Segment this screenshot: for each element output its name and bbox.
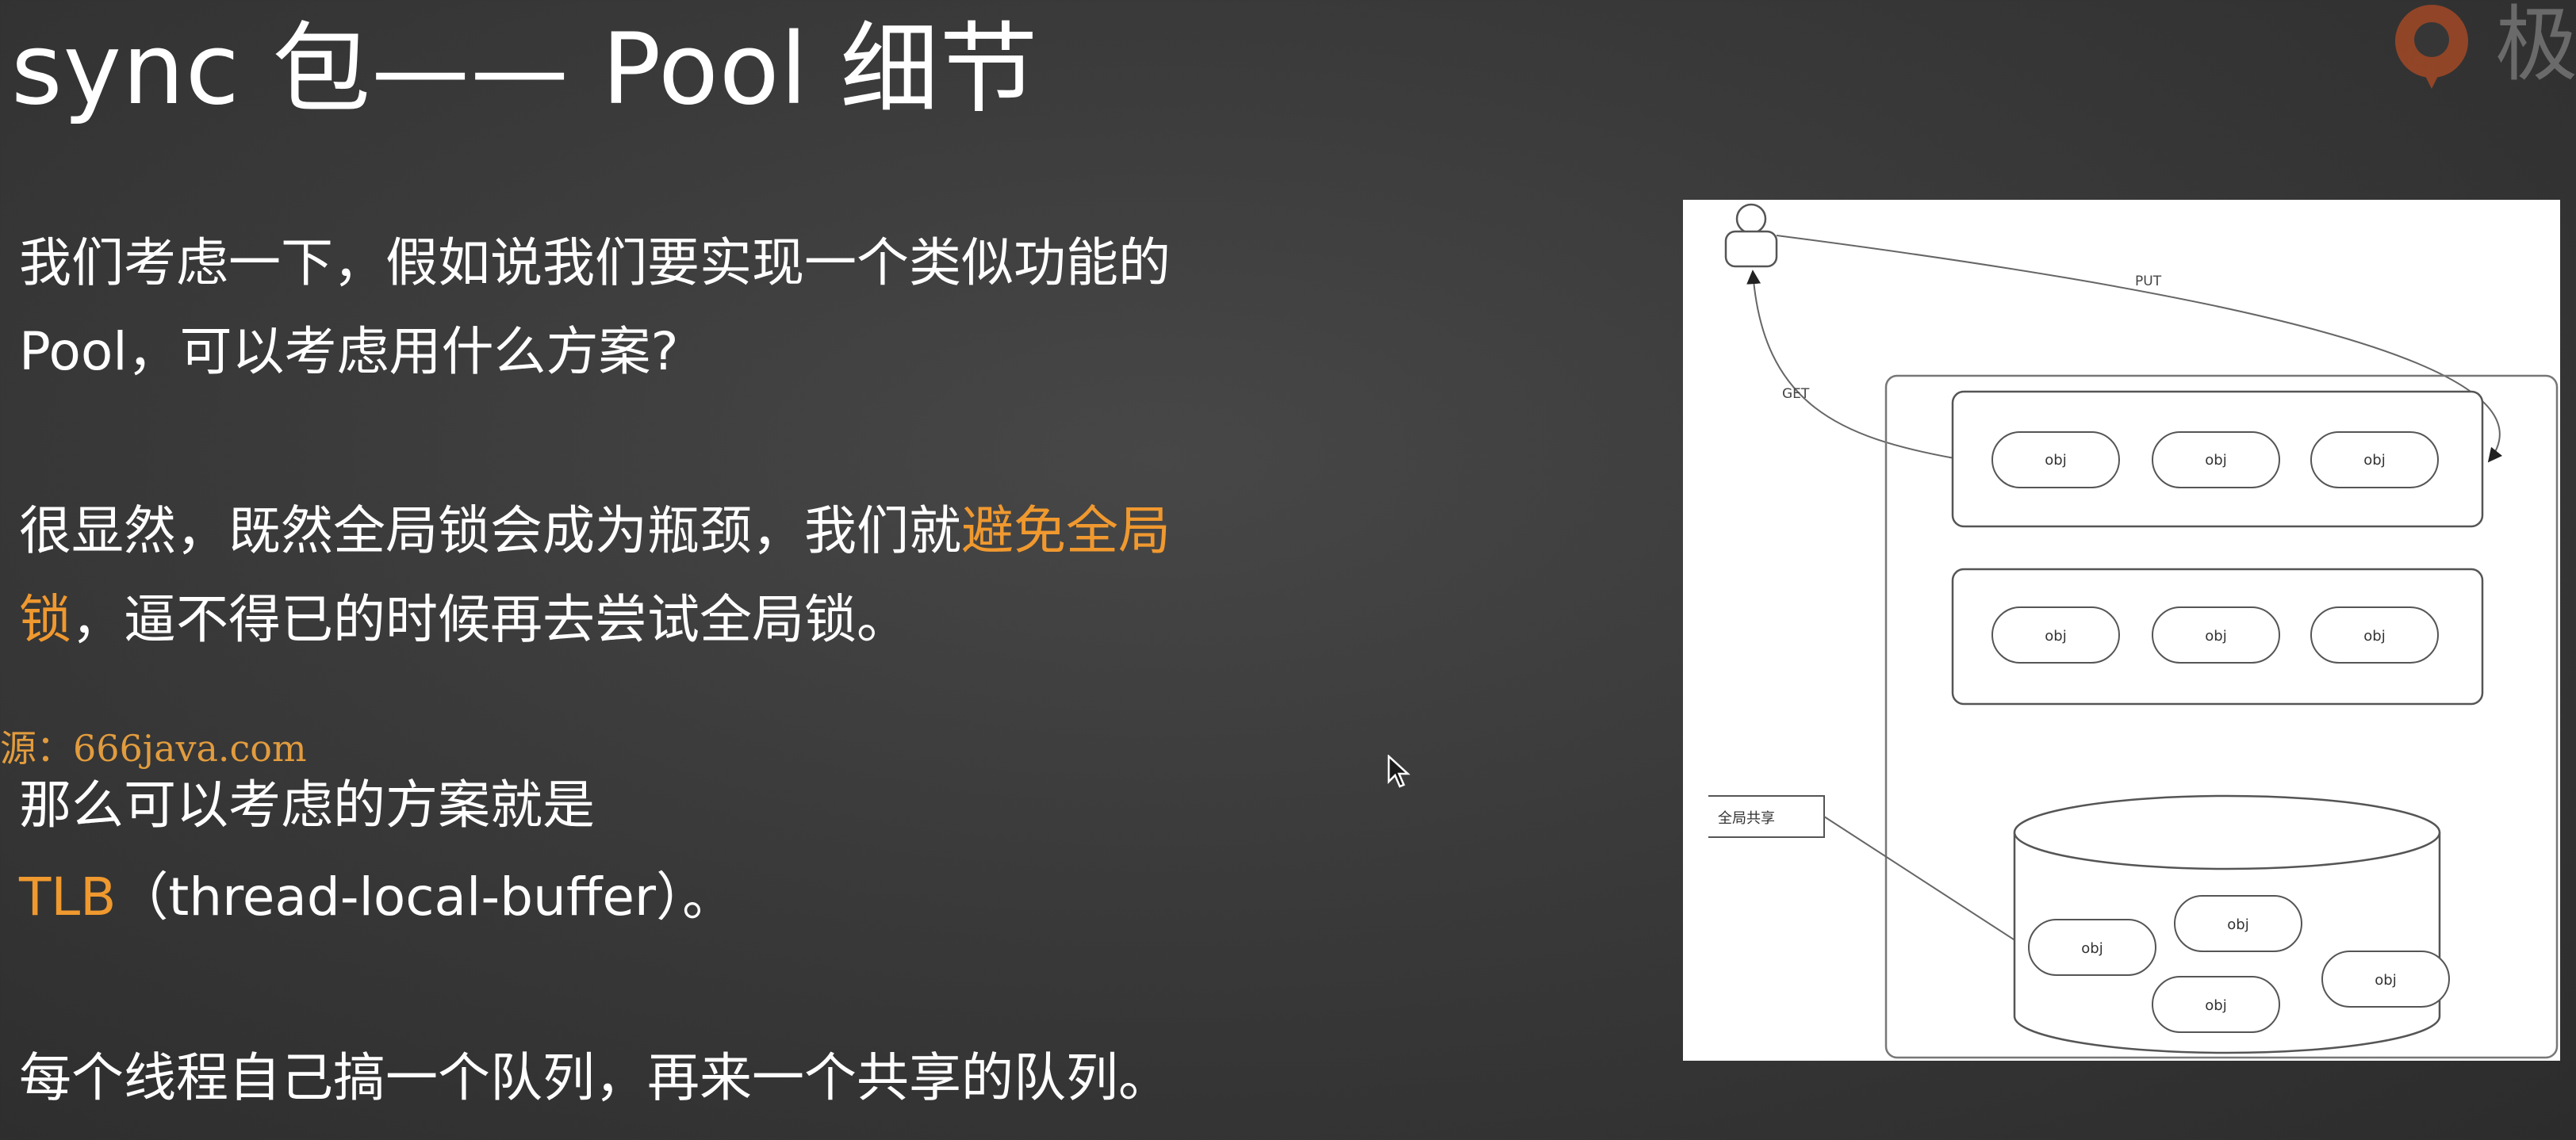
queue-2-obj-3-label: obj — [2363, 628, 2385, 645]
shared-obj-3-label: obj — [2375, 972, 2396, 989]
queue-2-obj-1-label: obj — [2045, 628, 2066, 645]
paragraph-2-highlight-cont: 锁 — [19, 589, 71, 650]
paragraph-3-text: （thread-local-buffer）。 — [116, 866, 735, 928]
get-arrow — [1746, 270, 1955, 459]
shared-obj-1-label: obj — [2081, 940, 2103, 957]
paragraph-2-text: 很显然，既然全局锁会成为瓶颈，我们就 — [19, 500, 961, 561]
queue-1-obj-1-label: obj — [2045, 452, 2066, 469]
paragraph-3-line-2: TLB（thread-local-buffer）。 — [19, 866, 734, 929]
shared-label: 全局共享 — [1718, 810, 1775, 827]
paragraph-2-highlight: 避免全局 — [961, 500, 1171, 561]
shared-obj-4-label: obj — [2205, 997, 2226, 1014]
queue-1-obj-2-label: obj — [2205, 452, 2226, 469]
local-queue-1-objects: obj obj obj — [1991, 431, 2439, 488]
queue-1-obj-3-label: obj — [2363, 452, 2385, 469]
tlb-highlight: TLB — [19, 866, 117, 928]
paragraph-3-line-1: 那么可以考虑的方案就是 — [19, 775, 595, 836]
mouse-cursor-icon — [1387, 755, 1410, 788]
shared-label-callout: 全局共享 — [1708, 795, 2017, 942]
queue-2-obj-2-label: obj — [2205, 628, 2226, 645]
brand-logo: 极 — [2376, 0, 2576, 95]
paragraph-2-line-2: 锁，逼不得已的时候再去尝试全局锁。 — [19, 588, 909, 652]
paragraph-4-line-1: 每个线程自己搞一个队列，再来一个共享的队列。 — [19, 1047, 1171, 1108]
get-label: GET — [1782, 386, 1810, 402]
brand-logo-text: 极 — [2495, 0, 2576, 93]
slide-title: sync 包—— Pool 细节 — [11, 13, 1039, 127]
put-label: PUT — [2135, 274, 2162, 289]
shared-obj-2-label: obj — [2227, 916, 2248, 933]
paragraph-1-line-1: 我们考虑一下，假如说我们要实现一个类似功能的 — [19, 232, 1171, 293]
local-queue-2-objects: obj obj obj — [1991, 606, 2439, 664]
pool-diagram: PUT GET obj obj obj obj obj obj 全局共享 obj… — [1683, 200, 2560, 1061]
paragraph-2-line-1: 很显然，既然全局锁会成为瓶颈，我们就避免全局 — [19, 499, 1171, 563]
brand-logo-icon — [2395, 5, 2468, 89]
paragraph-1-line-2: Pool，可以考虑用什么方案? — [19, 321, 679, 382]
paragraph-2-text-cont: ，逼不得已的时候再去尝试全局锁。 — [71, 589, 909, 650]
watermark-text: 源：666java.com — [0, 727, 307, 770]
user-icon — [1724, 203, 1778, 268]
